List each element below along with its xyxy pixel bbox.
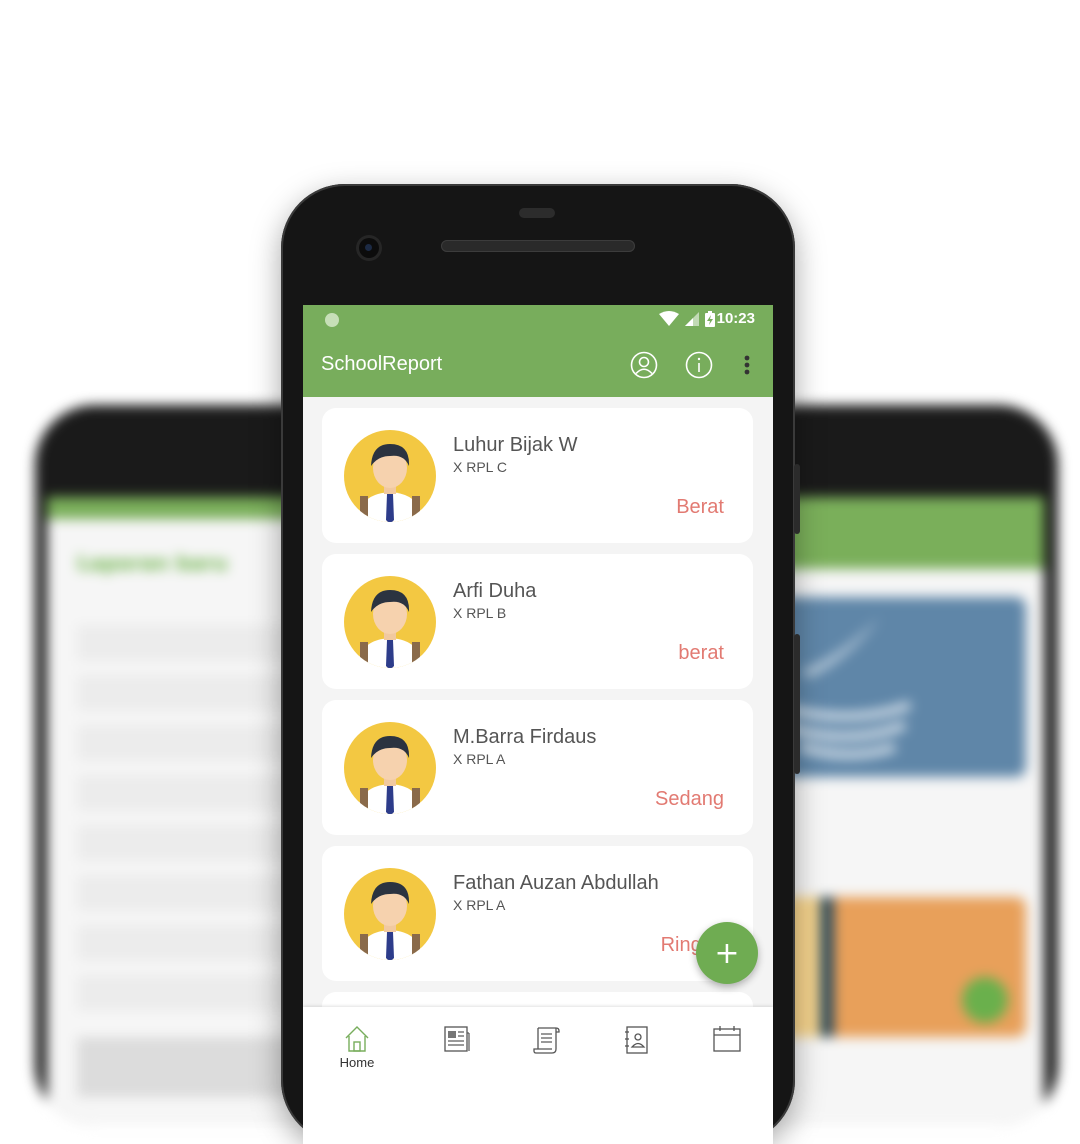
phone-speaker <box>441 240 635 252</box>
battery-charging-icon <box>705 311 715 327</box>
newspaper-icon <box>444 1026 470 1052</box>
notification-dot-icon <box>325 313 339 327</box>
report-card[interactable]: Luhur Bijak W X RPL C Berat <box>322 408 753 543</box>
status-bar: 10:23 <box>303 305 773 333</box>
user-icon[interactable] <box>630 351 658 379</box>
student-class: X RPL A <box>453 897 506 913</box>
contacts-book-icon <box>625 1026 648 1054</box>
student-avatar <box>344 722 436 814</box>
report-level: berat <box>678 642 724 664</box>
bottom-navigation: Home <box>303 1007 773 1144</box>
power-button <box>794 464 800 534</box>
app-title: SchoolReport <box>321 353 443 375</box>
more-vertical-icon[interactable] <box>737 351 757 379</box>
home-icon <box>345 1026 369 1052</box>
info-icon[interactable] <box>685 351 713 379</box>
student-name: Fathan Auzan Abdullah <box>453 872 659 894</box>
status-icons <box>659 311 715 327</box>
student-name: M.Barra Firdaus <box>453 726 597 748</box>
nav-item-news[interactable] <box>427 1025 487 1053</box>
background-fab <box>962 977 1008 1023</box>
student-class: X RPL A <box>453 751 506 767</box>
report-card[interactable]: Fathan Auzan Abdullah X RPL A Ringan <box>322 846 753 981</box>
student-avatar <box>344 576 436 668</box>
nav-item-home[interactable]: Home <box>327 1025 387 1070</box>
report-card[interactable]: Arfi Duha X RPL B berat <box>322 554 753 689</box>
app-bar: SchoolReport <box>303 333 773 397</box>
student-name: Luhur Bijak W <box>453 434 578 456</box>
add-icon: + <box>714 935 740 971</box>
calendar-icon <box>713 1026 741 1052</box>
nav-label-home: Home <box>339 1055 375 1070</box>
add-report-button[interactable]: + <box>696 922 758 984</box>
front-camera <box>359 238 379 258</box>
nav-item-reports[interactable] <box>517 1025 577 1055</box>
nav-item-contacts[interactable] <box>607 1025 667 1055</box>
nav-item-calendar[interactable] <box>697 1025 757 1053</box>
student-class: X RPL B <box>453 605 507 621</box>
report-level: Berat <box>676 496 724 518</box>
phone-frame: 10:23 SchoolReport Luhur Bijak W X RPL C… <box>281 184 800 1144</box>
background-form-title: Laporan baru <box>77 551 228 575</box>
student-avatar <box>344 430 436 522</box>
student-name: Arfi Duha <box>453 580 537 602</box>
student-class: X RPL C <box>453 459 507 475</box>
phone-top-slot <box>519 208 555 218</box>
volume-button <box>794 634 800 774</box>
student-avatar <box>344 868 436 960</box>
report-card[interactable]: M.Barra Firdaus X RPL A Sedang <box>322 700 753 835</box>
report-level: Sedang <box>655 788 724 810</box>
scroll-icon <box>533 1027 560 1054</box>
phone-screen: 10:23 SchoolReport Luhur Bijak W X RPL C… <box>303 305 773 1144</box>
status-time: 10:23 <box>716 310 755 327</box>
wifi-icon <box>659 311 679 326</box>
signal-icon <box>685 312 699 326</box>
